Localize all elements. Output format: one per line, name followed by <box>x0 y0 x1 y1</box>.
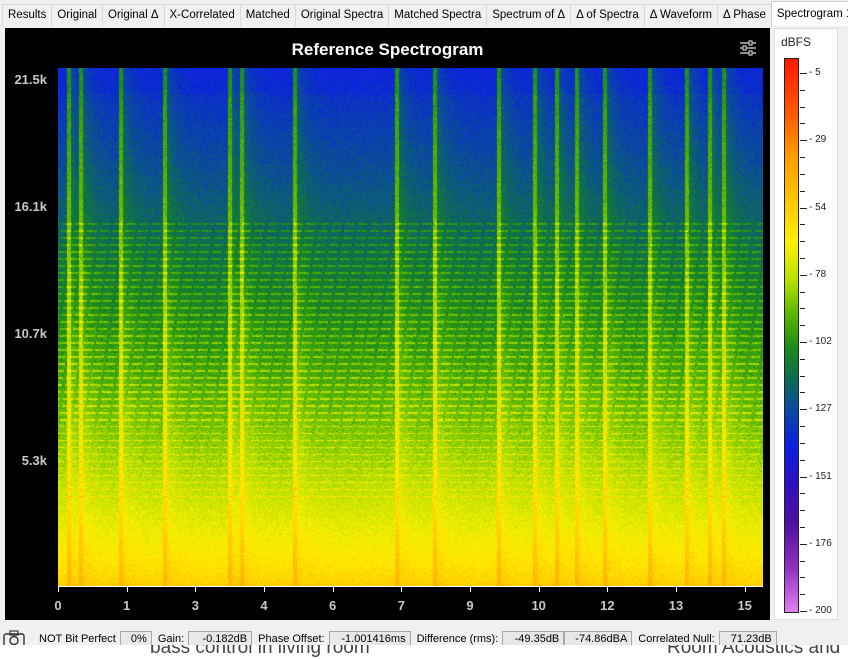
x-axis-line <box>58 586 763 587</box>
x-tick-label: 7 <box>397 598 405 613</box>
y-tick-label: 5.3k <box>21 453 47 469</box>
spectrogram-image[interactable] <box>58 68 763 586</box>
x-tick <box>676 586 678 592</box>
colorbar-tick <box>800 342 807 343</box>
x-tick-label: 10 <box>531 598 546 613</box>
correlated-null-label: Correlated Null: <box>638 633 715 645</box>
colorbar-tick <box>800 73 807 74</box>
gain-label: Gain: <box>157 633 185 645</box>
colorbar-minor-tick <box>800 392 805 394</box>
background-text-right: Room Acoustics and <box>667 645 841 658</box>
colorbar-tick-label: - 176 <box>809 537 832 549</box>
colorbar-minor-tick <box>800 241 805 243</box>
tab-matched[interactable]: Matched <box>239 4 296 26</box>
background-window: bass control in living room Room Acousti… <box>0 645 848 659</box>
tab-spectrum-of-[interactable]: Spectrum of Δ <box>486 4 572 26</box>
colorbar-tick-label: - 5 <box>809 67 821 78</box>
x-tick-label: 12 <box>600 598 615 613</box>
background-text-left: bass control in living room <box>150 645 370 658</box>
tab-bar: Results Original Original Δ X-Correlated Mat… <box>0 0 848 26</box>
colorbar-minor-tick <box>800 123 805 125</box>
colorbar-tick-label: - 127 <box>809 403 832 415</box>
x-tick <box>195 586 197 592</box>
colorbar-gradient <box>784 58 799 613</box>
colorbar-tick <box>800 140 807 142</box>
colorbar-minor-tick <box>800 190 805 192</box>
x-tick-label: 3 <box>191 598 199 613</box>
tab-matched-spectra[interactable]: Matched Spectra <box>388 4 488 26</box>
colorbar-minor-tick <box>800 358 805 360</box>
colorbar-minor-tick <box>800 426 805 428</box>
colorbar-title: dBFS <box>781 35 812 49</box>
difference-label: Difference (rms): <box>416 633 499 645</box>
colorbar-minor-tick <box>800 106 805 108</box>
tab-original-spectra[interactable]: Original Spectra <box>294 4 390 26</box>
x-tick <box>126 586 128 592</box>
colorbar-minor-tick <box>800 224 805 226</box>
colorbar-minor-tick <box>800 493 805 495</box>
x-tick <box>401 586 403 592</box>
colorbar-minor-tick <box>800 459 805 461</box>
tab-original[interactable]: Original <box>51 4 103 26</box>
x-tick <box>538 586 540 592</box>
x-tick-label: 9 <box>466 598 474 613</box>
phase-offset-label: Phase Offset: <box>258 633 325 645</box>
colorbar-tick-label: - 102 <box>809 336 832 347</box>
colorbar-minor-tick <box>800 594 805 596</box>
colorbar-minor-tick <box>800 526 805 528</box>
colorbar-tick-label: - 29 <box>809 134 827 146</box>
x-tick <box>332 586 334 592</box>
colorbar-minor-tick <box>800 308 805 310</box>
colorbar-minor-tick <box>800 510 805 512</box>
x-tick <box>744 586 746 592</box>
x-tick <box>607 586 609 592</box>
colorbar-minor-tick <box>800 375 805 377</box>
bit-perfect-label: NOT Bit Perfect <box>39 633 116 645</box>
tab-original-[interactable]: Original Δ <box>102 4 165 26</box>
colorbar-minor-tick <box>800 89 805 91</box>
tab-x-correlated[interactable]: X-Correlated <box>163 4 241 26</box>
plot-title: Reference Spectrogram <box>291 40 484 59</box>
colorbar: dBFS - 5 - 29 - 54 - 78 - 102 - 127 - 151 - 176… <box>774 28 838 620</box>
tab--waveform[interactable]: Δ Waveform <box>643 4 718 26</box>
colorbar-tick-label: - 200 <box>809 605 832 616</box>
tab-results[interactable]: Results <box>2 4 53 26</box>
x-tick-label: 6 <box>329 598 337 613</box>
tab--phase[interactable]: Δ Phase <box>717 4 772 26</box>
colorbar-minor-tick <box>800 442 805 444</box>
x-tick-label: 15 <box>737 598 752 613</box>
colorbar-tick <box>800 476 807 478</box>
colorbar-tick-label: - 78 <box>809 268 827 280</box>
spectrogram-plot: Reference Spectrogram 0 1 3 4 6 7 9 10 12 13 15 21.… <box>5 28 770 620</box>
y-tick-label: 21.5k <box>14 71 47 87</box>
colorbar-minor-tick <box>800 577 805 579</box>
colorbar-tick <box>800 207 807 209</box>
colorbar-tick <box>800 611 807 612</box>
x-tick <box>470 586 471 592</box>
colorbar-minor-tick <box>800 291 805 293</box>
colorbar-tick <box>800 274 807 276</box>
x-tick-label: 1 <box>123 598 131 613</box>
y-tick-label: 10.7k <box>14 326 47 342</box>
x-tick-label: 13 <box>668 598 684 613</box>
colorbar-minor-tick <box>800 325 805 327</box>
x-tick <box>58 586 59 592</box>
colorbar-minor-tick <box>800 157 805 159</box>
x-tick-label: 4 <box>260 598 268 613</box>
x-tick <box>264 586 265 592</box>
colorbar-tick <box>800 543 807 545</box>
colorbar-tick <box>800 409 807 411</box>
sliders-icon[interactable] <box>739 40 757 56</box>
colorbar-tick-label: - 151 <box>809 470 832 482</box>
colorbar-minor-tick <box>800 257 805 259</box>
tab-spectrogram-1[interactable]: Spectrogram 1 <box>770 1 848 26</box>
colorbar-tick-label: - 54 <box>809 201 827 213</box>
tab--of-spectra[interactable]: Δ of Spectra <box>570 4 645 26</box>
colorbar-minor-tick <box>800 173 805 175</box>
x-tick-label: 0 <box>54 598 62 613</box>
y-tick-label: 16.1k <box>14 198 47 214</box>
colorbar-minor-tick <box>800 560 805 562</box>
